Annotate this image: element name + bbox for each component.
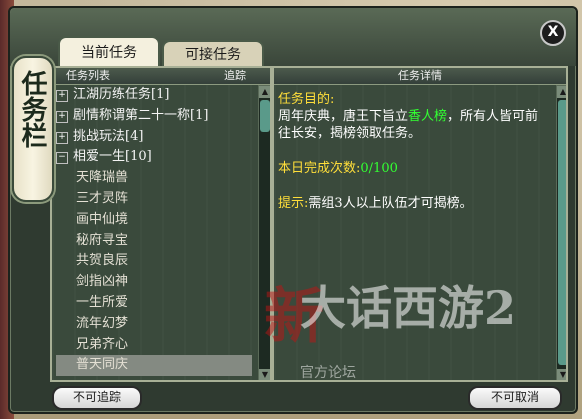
purpose-description: 周年庆典，唐王下旨立香人榜，所有人皆可前往长安，揭榜领取任务。 <box>278 108 548 142</box>
task-category-label: 相爱一生[10] <box>73 149 152 165</box>
task-category-label: 江湖历练任务[1] <box>73 87 170 102</box>
scroll-up-icon[interactable]: ▲ <box>259 86 270 98</box>
expand-icon[interactable]: + <box>56 131 68 144</box>
watermark-red-char: 新 <box>264 282 324 352</box>
completion-count: 本日完成次数:0/100 <box>278 160 548 177</box>
count-value: 0/100 <box>360 161 398 176</box>
task-item[interactable]: 共贺良辰 <box>56 251 252 272</box>
count-label: 本日完成次数: <box>278 161 361 176</box>
scroll-down-icon[interactable]: ▼ <box>557 369 566 380</box>
scroll-up-icon[interactable]: ▲ <box>557 86 566 98</box>
task-list-content: + 江湖历练任务[1] + 剧情称谓第二十一称[1] + 挑战玩法[4] − 相爱一生[… <box>52 85 270 380</box>
task-category-label: 剧情称谓第二十一称[1] <box>73 107 209 123</box>
task-item-selected[interactable]: 普天同庆 <box>56 355 252 377</box>
task-tree: + 江湖历练任务[1] + 剧情称谓第二十一称[1] + 挑战玩法[4] − 相爱一生[… <box>56 85 252 377</box>
task-item[interactable]: 三才灵阵 <box>56 189 252 210</box>
task-item[interactable]: 画中仙境 <box>56 210 252 231</box>
task-detail-text: 任务目的: 周年庆典，唐王下旨立香人榜，所有人皆可前往长安，揭榜领取任务。 本日… <box>278 91 548 212</box>
task-list-header: 任务列表 追踪 <box>52 68 270 85</box>
tab-available-tasks[interactable]: 可接任务 <box>162 40 264 68</box>
hint-label: 提示: <box>278 196 309 211</box>
task-category[interactable]: + 挑战玩法[4] <box>56 127 252 148</box>
task-detail-title: 任务详情 <box>398 69 442 82</box>
task-list-title: 任务列表 <box>66 69 110 82</box>
purpose-label: 任务目的: <box>278 92 335 107</box>
expand-icon[interactable]: + <box>56 90 68 102</box>
task-item[interactable]: 一生所爱 <box>56 293 252 314</box>
task-list-panel: 任务列表 追踪 + 江湖历练任务[1] + 剧情称谓第二十一称[1] + 挑战玩法[4… <box>50 66 272 382</box>
task-item[interactable]: 秘府寻宝 <box>56 231 252 252</box>
hint-text: 需组3人以上队伍才可揭榜。 <box>308 196 473 211</box>
task-bar-plaque: 任务栏 <box>12 56 54 202</box>
scroll-thumb[interactable] <box>558 100 566 365</box>
untrack-button[interactable]: 不可追踪 <box>52 386 142 410</box>
scroll-thumb[interactable] <box>260 100 270 132</box>
hint-line: 提示:需组3人以上队伍才可揭榜。 <box>278 195 548 212</box>
expand-icon[interactable]: + <box>56 110 68 123</box>
task-category-label: 挑战玩法[4] <box>73 128 144 144</box>
task-item[interactable]: 天降瑞兽 <box>56 168 252 189</box>
task-item[interactable]: 兄弟齐心 <box>56 335 252 356</box>
plaque-title: 任务栏 <box>17 70 47 148</box>
task-category[interactable]: + 江湖历练任务[1] <box>56 85 252 106</box>
task-detail-header: 任务详情 <box>274 68 566 85</box>
task-item[interactable]: 流年幻梦 <box>56 314 252 335</box>
task-item[interactable]: 剑指凶神 <box>56 272 252 293</box>
collapse-icon[interactable]: − <box>56 152 68 165</box>
desc-link[interactable]: 香人榜 <box>408 109 447 124</box>
close-button[interactable]: X <box>540 20 566 46</box>
watermark-sub: 官方论坛 <box>300 365 356 381</box>
track-header-label[interactable]: 追踪 <box>224 68 246 84</box>
tab-current-tasks[interactable]: 当前任务 <box>58 36 160 68</box>
desc-text: 周年庆典，唐王下旨立 <box>278 109 409 124</box>
task-category[interactable]: − 相爱一生[10] <box>56 147 252 168</box>
task-category[interactable]: + 剧情称谓第二十一称[1] <box>56 106 252 127</box>
scroll-down-icon[interactable]: ▼ <box>259 369 270 380</box>
task-detail-scrollbar[interactable]: ▲ ▼ <box>556 85 566 380</box>
cancel-task-button[interactable]: 不可取消 <box>468 386 562 410</box>
